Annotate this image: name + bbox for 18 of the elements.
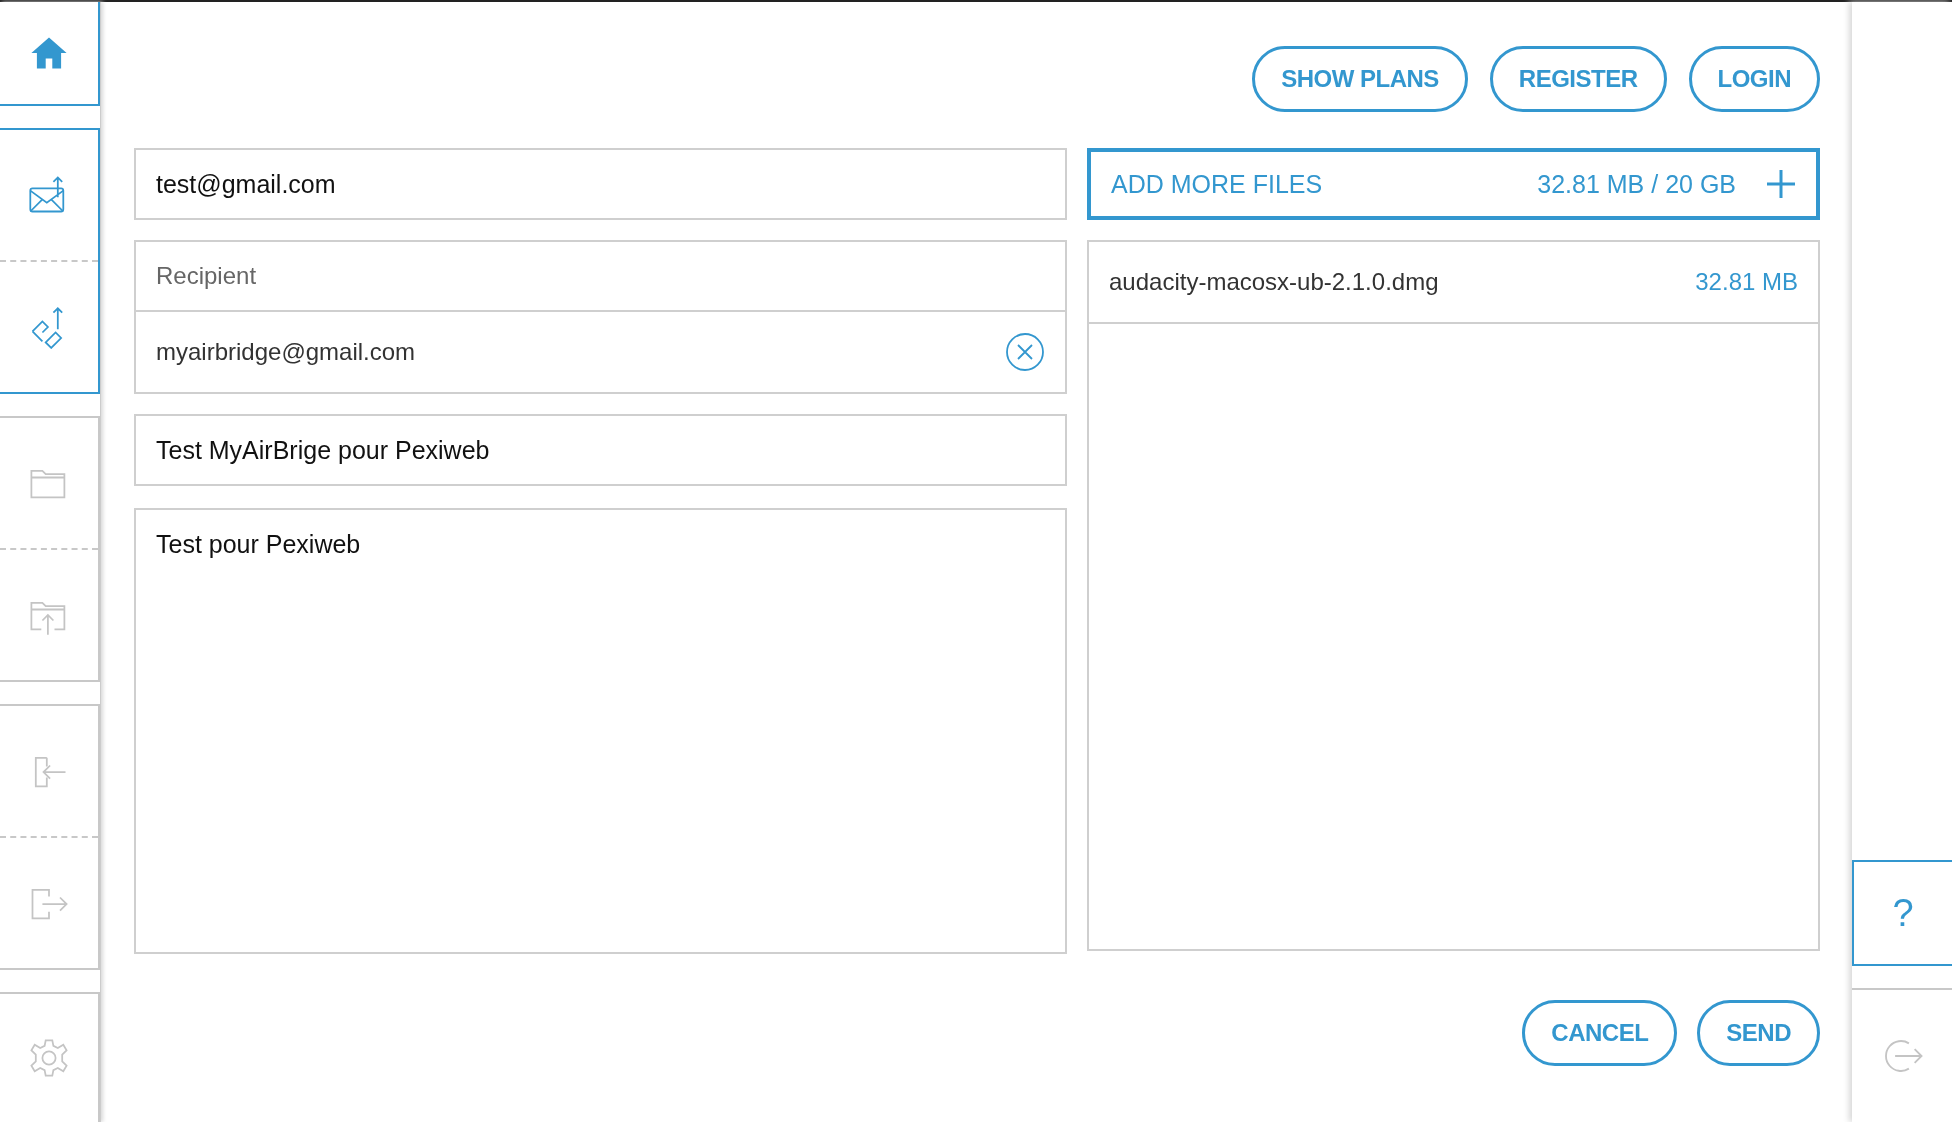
file-size: 32.81 MB bbox=[1695, 268, 1798, 296]
remove-icon[interactable] bbox=[1005, 332, 1045, 372]
cancel-button[interactable]: CANCEL bbox=[1522, 1000, 1678, 1066]
header-button[interactable]: REGISTER bbox=[1489, 46, 1667, 112]
add-files-label: ADD MORE FILES bbox=[1111, 169, 1324, 199]
storage-usage: 32.81 MB / 20 GB bbox=[1537, 169, 1736, 199]
header-button[interactable]: SHOW PLANS bbox=[1252, 46, 1468, 112]
send-button[interactable]: SEND bbox=[1697, 1000, 1820, 1066]
recipient-email: myairbridge@gmail.com bbox=[156, 338, 416, 366]
message-field[interactable]: Test pour Pexiweb bbox=[134, 508, 1067, 954]
add-files-bar[interactable]: ADD MORE FILES 32.81 MB / 20 GB bbox=[1087, 148, 1820, 220]
help-button[interactable]: ? bbox=[1852, 860, 1952, 966]
plus-icon[interactable] bbox=[1766, 169, 1796, 199]
subject-field[interactable]: Test MyAirBrige pour Pexiweb bbox=[134, 414, 1067, 486]
header-button[interactable]: LOGIN bbox=[1688, 46, 1820, 112]
recipient-field[interactable]: Recipient bbox=[134, 240, 1067, 312]
file-name: audacity-macosx-ub-2.1.0.dmg bbox=[1109, 268, 1439, 296]
sender-email-field[interactable]: test@gmail.com bbox=[134, 148, 1067, 220]
